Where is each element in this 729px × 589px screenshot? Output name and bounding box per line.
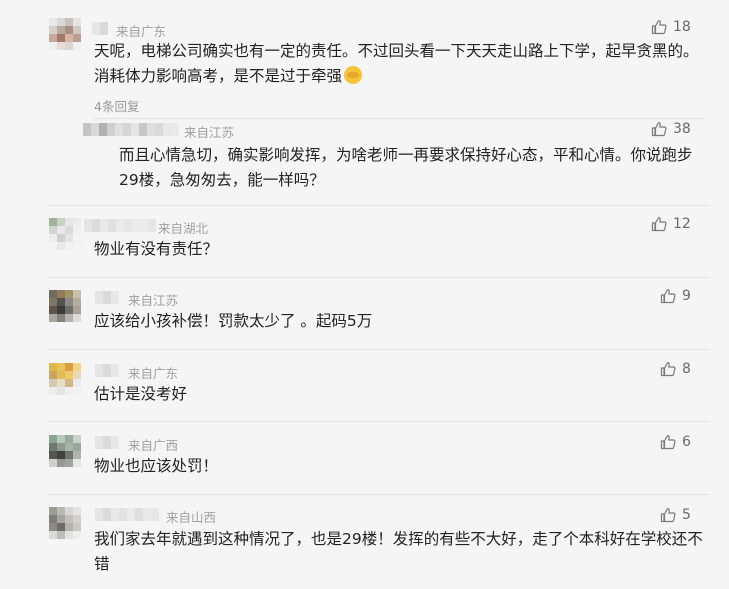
avatar[interactable] (49, 363, 81, 395)
divider (47, 349, 710, 350)
like-button[interactable]: 18 (651, 19, 691, 35)
like-button[interactable]: 5 (660, 507, 691, 523)
like-button[interactable]: 38 (651, 121, 691, 137)
like-count: 8 (682, 361, 691, 377)
location-label: 来自江苏 (128, 293, 179, 308)
username-blurred[interactable] (92, 22, 108, 35)
thumbs-up-icon (651, 122, 667, 137)
like-count: 18 (673, 19, 691, 35)
thumbs-up-icon (660, 508, 676, 523)
divider (47, 205, 710, 206)
like-button[interactable]: 12 (651, 216, 691, 232)
avatar[interactable] (49, 290, 81, 322)
location-label: 来自广西 (128, 438, 179, 453)
username-blurred[interactable] (83, 123, 179, 136)
like-button[interactable]: 8 (660, 361, 691, 377)
view-replies-link[interactable]: 4条回复 (94, 96, 139, 115)
username-blurred[interactable] (95, 364, 119, 377)
like-count: 12 (673, 216, 691, 232)
username-blurred[interactable] (95, 508, 159, 521)
avatar[interactable] (49, 507, 81, 539)
comment-text: 应该给小孩补偿！罚款太少了 。起码5万 (94, 312, 373, 330)
location-label: 来自湖北 (158, 221, 209, 236)
thumbs-up-icon (651, 217, 667, 232)
thumbs-up-icon (660, 435, 676, 450)
username-blurred[interactable] (84, 219, 156, 232)
like-count: 9 (682, 288, 691, 304)
comment-text: 天呢，电梯公司确实也有一定的责任。不过回头看一下天天走山路上下学，起早贪黑的。消… (94, 42, 699, 85)
avatar[interactable] (49, 435, 81, 467)
avatar[interactable] (49, 218, 81, 250)
thumbs-up-icon (651, 20, 667, 35)
like-count: 6 (682, 434, 691, 450)
comment-text: 估计是没考好 (94, 385, 188, 403)
location-label: 来自江苏 (184, 125, 235, 140)
like-count: 5 (682, 507, 691, 523)
reply-text: 而且心情急切，确实影响发挥，为啥老师一再要求保持好心态，平和心情。你说跑步29楼… (119, 146, 693, 189)
divider (94, 118, 704, 119)
thumbs-up-icon (660, 289, 676, 304)
divider (47, 421, 710, 422)
like-button[interactable]: 9 (660, 288, 691, 304)
username-blurred[interactable] (95, 436, 119, 449)
divider (47, 494, 710, 495)
like-count: 38 (673, 121, 691, 137)
like-button[interactable]: 6 (660, 434, 691, 450)
location-label: 来自广东 (128, 366, 179, 381)
comment-text: 我们家去年就遇到这种情况了，也是29楼！发挥的有些不大好，走了个本科好在学校还不… (94, 530, 703, 573)
divider (47, 277, 710, 278)
facepalm-emoji-icon (344, 66, 363, 84)
comment-list: 来自广东 18 天呢，电梯公司确实也有一定的责任。不过回头看一下天天走山路上下学… (0, 0, 729, 589)
location-label: 来自山西 (166, 510, 217, 525)
comment-text: 物业有没有责任？ (94, 240, 219, 258)
username-blurred[interactable] (95, 291, 119, 304)
comment-text: 物业也应该处罚！ (94, 457, 219, 475)
location-label: 来自广东 (116, 24, 167, 39)
avatar[interactable] (49, 18, 81, 50)
thumbs-up-icon (660, 362, 676, 377)
